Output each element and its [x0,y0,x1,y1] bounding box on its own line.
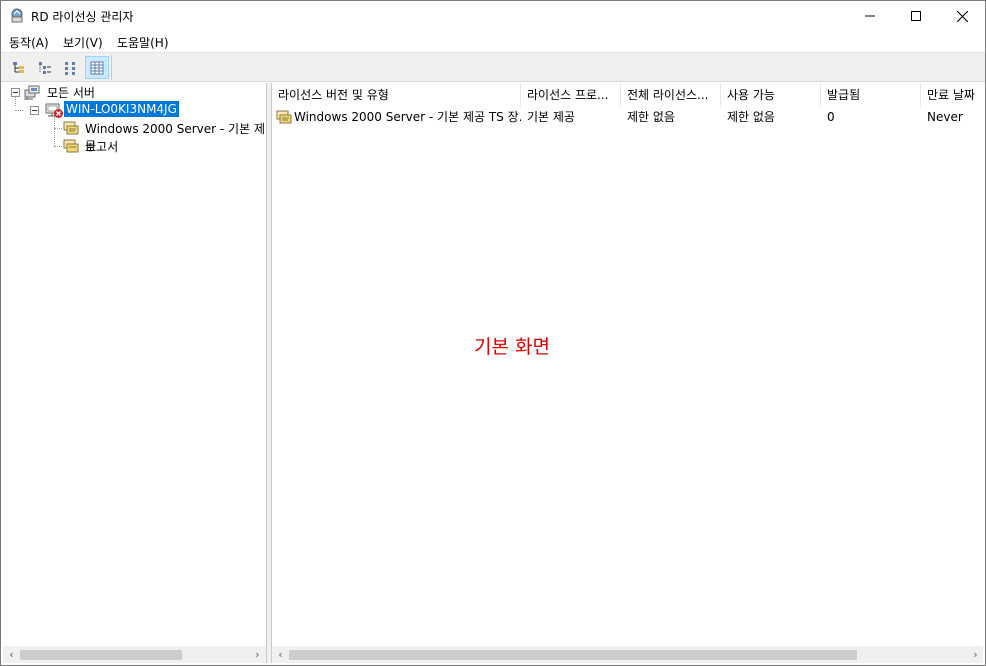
list-view-icon [65,61,75,75]
tree-connector [54,115,55,146]
app-window: RD 라이선싱 관리자 동작(A) 보기(V) 도움말(H) 모든 서버 WIN… [0,0,986,666]
cell-issued: 0 [827,110,835,124]
minimize-button[interactable] [847,1,893,31]
list-view-button[interactable] [59,56,83,79]
column-header-license-version[interactable]: 라이선스 버전 및 유형 [272,83,521,107]
small-icons-view-button[interactable] [33,56,57,79]
tree-pane[interactable]: 모든 서버 WIN-LO0KI3NM4JG Windows 2000 Serve… [3,83,267,663]
large-icons-view-icon [13,61,24,73]
tree-item-all-servers[interactable]: 모든 서버 [47,84,95,101]
cell-license-version: Windows 2000 Server - 기본 제공 TS 장... [294,110,521,124]
list-horizontal-scrollbar[interactable]: ‹ › [272,646,983,663]
close-button[interactable] [939,1,985,31]
table-row[interactable]: Windows 2000 Server - 기본 제공 TS 장... 기본 제… [272,108,983,126]
server-group-icon [24,84,41,100]
menu-view[interactable]: 보기(V) [63,34,103,51]
server-expander-icon[interactable] [30,106,39,115]
maximize-button[interactable] [893,1,939,31]
minimize-icon [865,15,875,17]
tree-connector [54,128,62,129]
title-bar[interactable]: RD 라이선싱 관리자 [1,1,985,31]
large-icons-view-button[interactable] [7,56,31,79]
cell-available: 제한 없음 [727,110,775,124]
cell-license-program: 기본 제공 [527,110,575,124]
scrollbar-thumb[interactable] [20,650,182,660]
scroll-left-icon[interactable]: ‹ [3,646,20,663]
cell-expiration: Never [927,110,963,124]
toolbar [1,52,985,82]
menu-action[interactable]: 동작(A) [9,34,49,51]
column-header-license-program[interactable]: 라이선스 프로... [521,83,621,107]
tree-connector [54,146,62,147]
cell-total-licenses: 제한 없음 [627,110,675,124]
details-view-button[interactable] [85,56,109,79]
tree-item-reports[interactable]: 보고서 [85,138,118,155]
scroll-left-icon[interactable]: ‹ [272,646,289,663]
column-header-expiration[interactable]: 만료 날짜 [921,83,983,107]
toolbar-separator [111,55,112,80]
list-pane[interactable]: 라이선스 버전 및 유형 라이선스 프로... 전체 라이선스... 사용 가능… [271,83,983,663]
close-icon [956,10,968,22]
root-expander-icon[interactable] [11,88,20,97]
license-pack-icon [63,120,80,136]
annotation-label: 기본 화면 [474,336,550,358]
menu-help[interactable]: 도움말(H) [117,34,169,51]
column-header-available[interactable]: 사용 가능 [721,83,821,107]
details-view-icon [90,61,104,74]
menu-bar: 동작(A) 보기(V) 도움말(H) [1,31,985,52]
small-icons-view-icon [39,61,51,74]
column-header-total-licenses[interactable]: 전체 라이선스... [621,83,721,107]
list-header: 라이선스 버전 및 유형 라이선스 프로... 전체 라이선스... 사용 가능… [272,83,983,107]
tree-item-server[interactable]: WIN-LO0KI3NM4JG [64,101,179,117]
license-manager-icon [9,8,25,24]
tree-horizontal-scrollbar[interactable]: ‹ › [3,646,266,663]
scrollbar-thumb[interactable] [289,650,857,660]
scroll-right-icon[interactable]: › [967,646,983,663]
window-title: RD 라이선싱 관리자 [31,10,134,24]
tree-connector [15,96,16,106]
column-header-issued[interactable]: 발급됨 [821,83,921,107]
maximize-icon [911,11,921,21]
tree-connector [15,110,23,111]
server-error-icon [45,102,63,118]
scroll-right-icon[interactable]: › [249,646,266,663]
report-icon [63,138,80,154]
